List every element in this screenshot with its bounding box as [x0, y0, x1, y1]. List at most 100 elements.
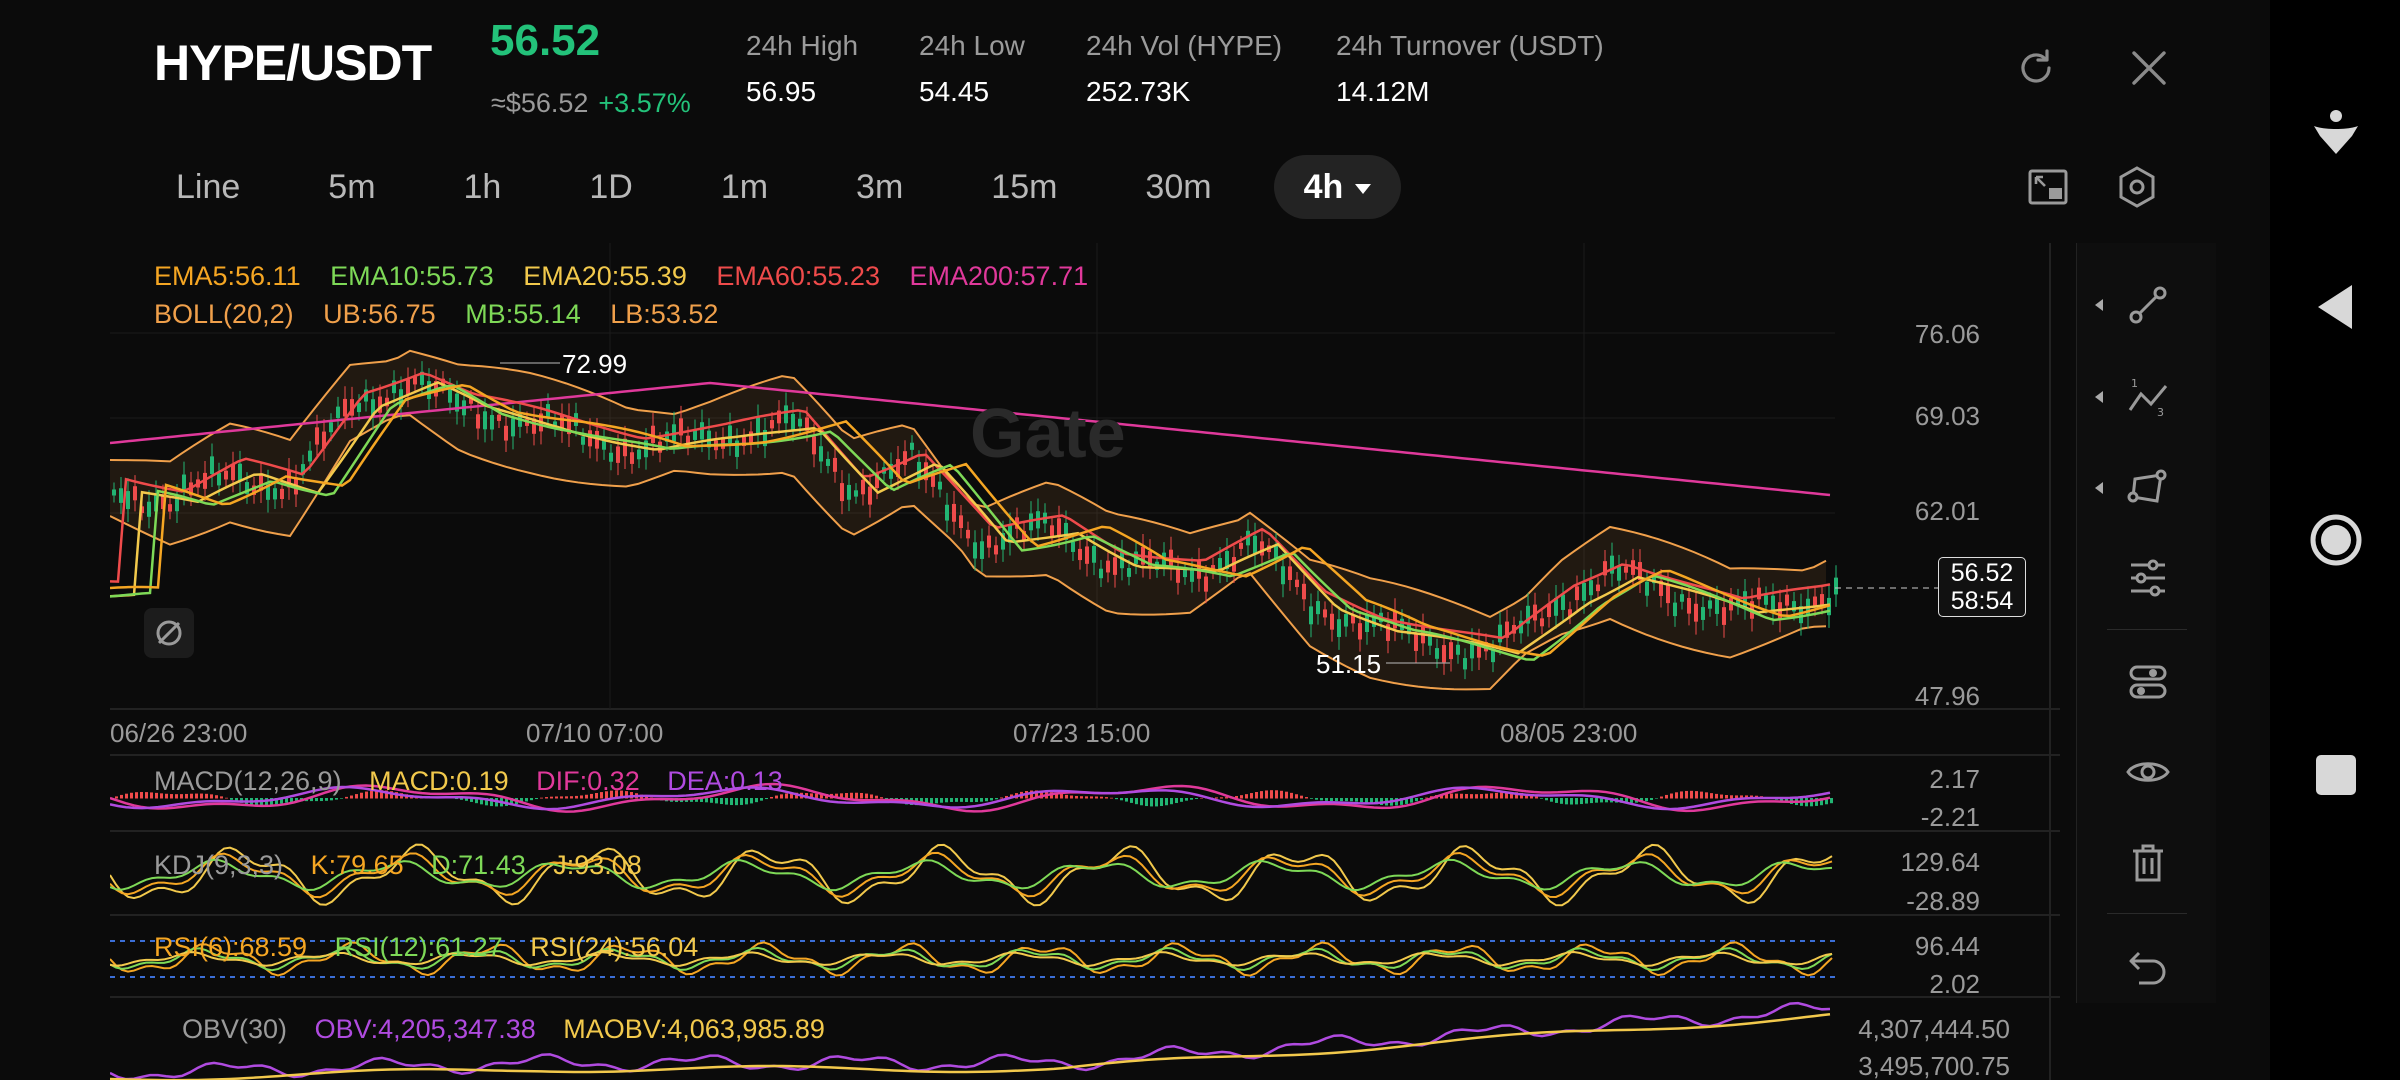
- candle: [1617, 566, 1621, 581]
- k-value: K:79.65: [310, 850, 404, 880]
- home-icon[interactable]: [2310, 514, 2362, 566]
- rsi24-value: RSI(24):56.04: [530, 932, 699, 962]
- macd-histogram-bar: [1255, 791, 1258, 799]
- candle: [1463, 658, 1467, 670]
- macd-histogram-bar: [150, 792, 153, 799]
- macd-histogram-bar: [325, 798, 328, 801]
- macd-histogram-bar: [1140, 798, 1143, 806]
- macd-histogram-bar: [345, 796, 348, 799]
- macd-histogram-bar: [1565, 798, 1568, 805]
- candle: [819, 446, 823, 462]
- macd-histogram-bar: [1720, 794, 1723, 799]
- macd-histogram-bar: [725, 798, 728, 805]
- eye-slash-icon: [156, 620, 182, 646]
- tab-1m[interactable]: 1m: [695, 155, 794, 219]
- tab-5m[interactable]: 5m: [302, 155, 401, 219]
- candle: [1757, 587, 1761, 600]
- close-icon[interactable]: [2126, 45, 2172, 91]
- candle: [1456, 644, 1460, 655]
- candle: [1715, 597, 1719, 614]
- candle: [168, 504, 172, 512]
- candle: [273, 488, 277, 500]
- fibonacci-icon[interactable]: 1 3: [2125, 374, 2171, 420]
- ema200-value: EMA200:57.71: [909, 261, 1089, 291]
- macd-histogram-bar: [130, 792, 133, 799]
- candle: [1435, 648, 1439, 659]
- macd-histogram-bar: [1350, 798, 1353, 802]
- macd-histogram-bar: [1305, 797, 1308, 799]
- macd-histogram-bar: [1700, 791, 1703, 799]
- macd-histogram-bar: [225, 797, 228, 799]
- chart-area[interactable]: Gate EMA5:56.11 EMA10:55.73 EMA20:55.39 …: [110, 243, 2060, 1080]
- tab-4h-dropdown[interactable]: 4h: [1273, 155, 1402, 219]
- tab-1d[interactable]: 1D: [563, 155, 658, 219]
- price-change: +3.57%: [598, 88, 691, 118]
- macd-histogram-bar: [315, 798, 318, 802]
- macd-histogram-bar: [1335, 798, 1338, 802]
- macd-histogram-bar: [875, 795, 878, 799]
- tab-3m[interactable]: 3m: [830, 155, 929, 219]
- x-axis-label: 07/10 07:00: [526, 718, 664, 748]
- shape-icon[interactable]: [2125, 465, 2171, 511]
- macd-histogram-bar: [1175, 798, 1178, 804]
- last-price-tag[interactable]: 56.52 58:54: [1938, 557, 2026, 617]
- macd-histogram-bar: [870, 794, 873, 799]
- candle: [966, 529, 970, 539]
- tab-line[interactable]: Line: [150, 155, 266, 219]
- tab-1h[interactable]: 1h: [438, 155, 528, 219]
- ema-legend: EMA5:56.11 EMA10:55.73 EMA20:55.39 EMA60…: [154, 261, 1110, 292]
- visibility-icon[interactable]: [2125, 749, 2171, 795]
- candle: [1288, 566, 1292, 581]
- macd-histogram-bar: [1325, 798, 1328, 801]
- candle: [1575, 586, 1579, 601]
- candle: [224, 470, 228, 480]
- hide-indicators-button[interactable]: [144, 608, 194, 658]
- macd-histogram-bar: [1575, 798, 1578, 805]
- delete-icon[interactable]: [2125, 840, 2171, 886]
- accessibility-icon[interactable]: [2310, 108, 2362, 160]
- candle: [1694, 603, 1698, 622]
- stat-value: 14.12M: [1336, 76, 1430, 107]
- macd-histogram-bar: [1595, 798, 1598, 803]
- candle: [826, 458, 830, 466]
- macd-histogram-bar: [755, 798, 758, 803]
- layout-icon[interactable]: [2125, 659, 2171, 705]
- trendline-icon[interactable]: [2125, 282, 2171, 328]
- candle: [1106, 560, 1110, 573]
- candle: [1764, 595, 1768, 605]
- macd-histogram-bar: [1315, 798, 1318, 800]
- candle: [756, 417, 760, 436]
- macd-histogram-bar: [1165, 798, 1168, 806]
- macd-histogram-bar: [1135, 798, 1138, 805]
- candle: [1442, 645, 1446, 663]
- candle: [497, 414, 501, 421]
- stat-volume: 24h Vol (HYPE) 252.73K: [1086, 30, 1282, 108]
- macd-histogram-bar: [1275, 790, 1278, 799]
- macd-legend: MACD(12,26,9) MACD:0.19 DIF:0.32 DEA:0.1…: [154, 766, 803, 797]
- candle: [854, 490, 858, 497]
- macd-histogram-bar: [540, 797, 543, 799]
- boll-ub: UB:56.75: [323, 299, 436, 329]
- undo-icon[interactable]: [2125, 943, 2171, 989]
- submenu-caret-icon: [2095, 299, 2103, 311]
- stat-label: 24h Low: [919, 30, 1025, 61]
- back-icon[interactable]: [2310, 281, 2362, 333]
- candle: [147, 501, 151, 517]
- obv-label: OBV(30): [182, 1014, 288, 1044]
- refresh-icon[interactable]: [2013, 45, 2059, 91]
- recents-icon[interactable]: [2310, 749, 2362, 801]
- candle: [1337, 619, 1341, 638]
- settings-icon[interactable]: [2114, 164, 2160, 210]
- macd-histogram-bar: [760, 798, 763, 801]
- candle: [1253, 535, 1257, 554]
- macd-histogram-bar: [1690, 790, 1693, 799]
- macd-histogram-bar: [335, 798, 338, 800]
- tab-30m[interactable]: 30m: [1119, 155, 1237, 219]
- fullscreen-icon[interactable]: [2025, 164, 2071, 210]
- candle: [1498, 624, 1502, 643]
- tab-15m[interactable]: 15m: [965, 155, 1083, 219]
- indicator-settings-icon[interactable]: [2125, 555, 2171, 601]
- candle: [770, 420, 774, 429]
- candle: [1099, 568, 1103, 579]
- stat-label: 24h Turnover (USDT): [1336, 30, 1604, 61]
